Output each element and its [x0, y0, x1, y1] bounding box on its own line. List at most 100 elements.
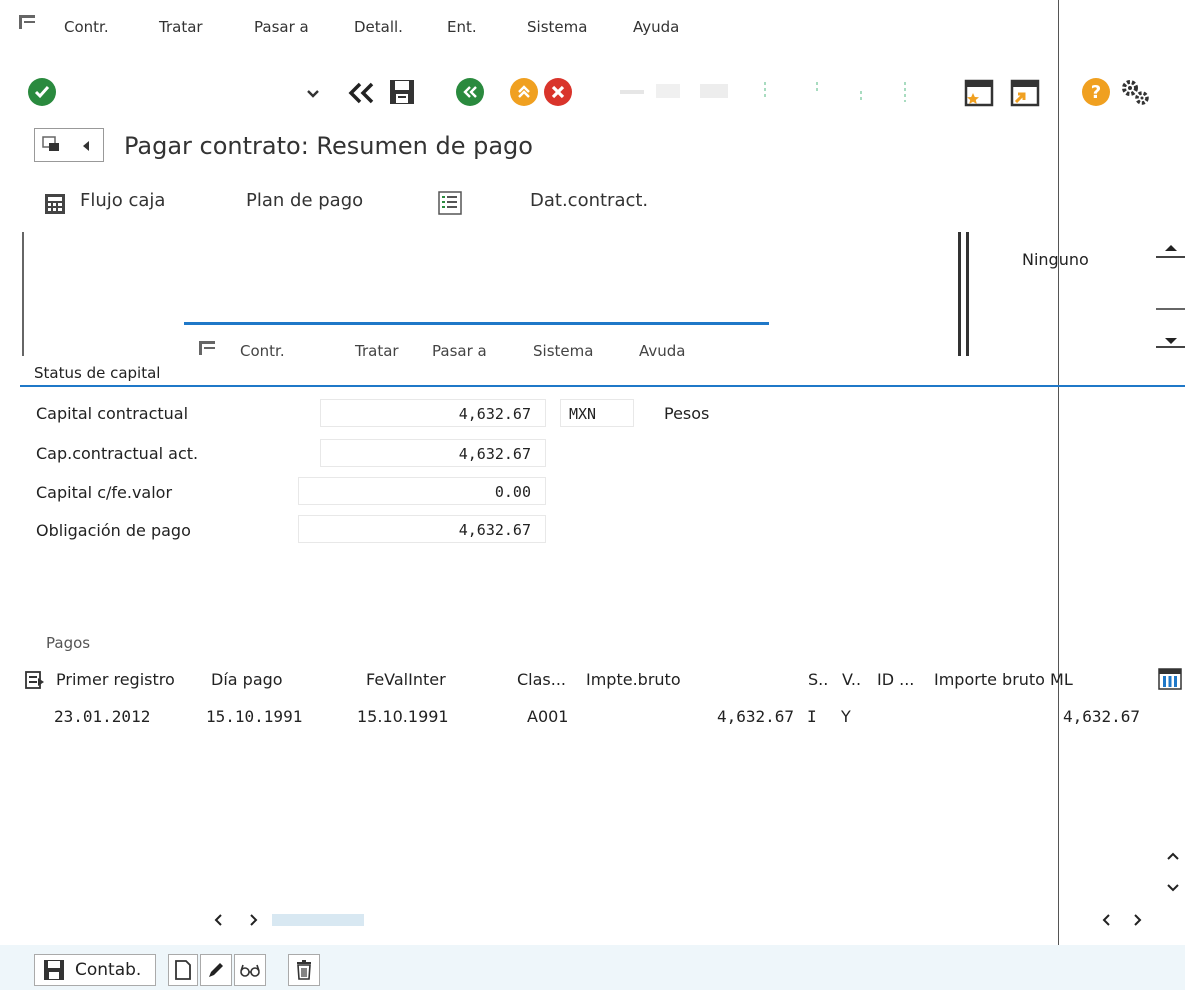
- contract-data-icon[interactable]: [437, 190, 463, 216]
- save-icon[interactable]: [388, 78, 416, 106]
- capital-contractual-label: Capital contractual: [36, 404, 189, 423]
- cell-fevalinter: 15.10.1991: [357, 707, 449, 726]
- divider-line: [1058, 0, 1059, 990]
- payments-title: Pagos: [46, 634, 91, 652]
- capital-status-title: Status de capital: [34, 364, 161, 382]
- col-impte-bruto[interactable]: Impte.bruto: [586, 670, 681, 689]
- cashflow-button[interactable]: Flujo caja: [80, 190, 165, 211]
- first-page-icon: [700, 84, 728, 98]
- col-primer-registro[interactable]: Primer registro: [56, 670, 175, 689]
- column-config-icon[interactable]: [1158, 668, 1182, 690]
- cancel-icon[interactable]: [544, 78, 572, 106]
- popup-menu-accent-line: [184, 322, 769, 325]
- selection-value: Ninguno: [1022, 250, 1089, 269]
- trash-icon: [297, 960, 311, 980]
- col-v[interactable]: V..: [842, 670, 861, 689]
- cell-s: I: [807, 707, 817, 726]
- side-panel-border: [958, 232, 961, 356]
- shortcut-icon[interactable]: [1010, 78, 1040, 108]
- help-icon[interactable]: ?: [1082, 78, 1110, 106]
- back-history-icon[interactable]: [346, 80, 378, 106]
- cap-contractual-act-label: Cap.contractual act.: [36, 444, 199, 463]
- popup-menu-icon[interactable]: [198, 340, 218, 360]
- save-icon: [44, 960, 64, 980]
- scroll-down-button[interactable]: [1156, 330, 1185, 352]
- bottom-page-icon: [900, 80, 910, 104]
- col-fevalinter[interactable]: FeValInter: [366, 670, 446, 689]
- edit-button[interactable]: [200, 954, 232, 986]
- cashflow-icon: [44, 193, 66, 215]
- right-scroll-right-icon[interactable]: [1130, 912, 1144, 928]
- menu-contr[interactable]: Contr.: [64, 18, 109, 36]
- cell-v: Y: [841, 707, 851, 726]
- horizontal-scrollbar-thumb[interactable]: [272, 914, 364, 926]
- side-panel-border-inner: [966, 232, 969, 356]
- menu-tratar[interactable]: Tratar: [159, 18, 203, 36]
- dropdown-icon[interactable]: [306, 86, 320, 100]
- col-s[interactable]: S..: [808, 670, 828, 689]
- col-id[interactable]: ID ...: [877, 670, 914, 689]
- currency-field[interactable]: MXN: [560, 399, 634, 427]
- new-session-icon[interactable]: [964, 78, 994, 108]
- cell-dia-pago: 15.10.1991: [206, 707, 303, 726]
- cell-impte-bruto: 4,632.67: [716, 707, 794, 726]
- container-left-border: [22, 232, 24, 356]
- obligacion-pago-field[interactable]: 4,632.67: [298, 515, 546, 543]
- popup-menu-contr[interactable]: Contr.: [240, 342, 285, 360]
- menu-pasar-a[interactable]: Pasar a: [254, 18, 309, 36]
- glasses-icon: [240, 964, 260, 977]
- popup-menu-pasar-a[interactable]: Pasar a: [432, 342, 487, 360]
- col-clase[interactable]: Clas...: [517, 670, 566, 689]
- post-button-label: Contab.: [75, 960, 142, 980]
- capital-fe-valor-label: Capital c/fe.valor: [36, 483, 173, 502]
- cell-primer-registro: 23.01.2012: [54, 707, 151, 726]
- delete-button[interactable]: [288, 954, 320, 986]
- command-field[interactable]: [72, 80, 292, 106]
- last-page-icon: [856, 88, 866, 102]
- scroll-up-button[interactable]: [1156, 242, 1185, 262]
- enter-icon[interactable]: [28, 78, 56, 106]
- menu-icon[interactable]: [18, 14, 38, 34]
- exit-icon[interactable]: [510, 78, 538, 106]
- popup-menu-avuda[interactable]: Avuda: [639, 342, 685, 360]
- screen-menu-button[interactable]: [34, 128, 104, 162]
- back-icon[interactable]: [456, 78, 484, 106]
- contract-data-button[interactable]: Dat.contract.: [530, 190, 648, 211]
- menu-detall[interactable]: Detall.: [354, 18, 403, 36]
- cell-importe-bruto-ml: 4,632.67: [1062, 707, 1140, 726]
- new-document-icon: [175, 960, 191, 980]
- pencil-icon: [209, 963, 223, 977]
- display-button[interactable]: [234, 954, 266, 986]
- menu-ayuda[interactable]: Ayuda: [633, 18, 679, 36]
- menu-bar: Contr. Tratar Pasar a Detall. Ent. Siste…: [0, 0, 1185, 42]
- scroll-left-icon[interactable]: [212, 912, 226, 928]
- menu-sistema[interactable]: Sistema: [527, 18, 587, 36]
- col-dia-pago[interactable]: Día pago: [211, 670, 283, 689]
- right-scroll-left-icon[interactable]: [1100, 912, 1114, 928]
- section-divider: [20, 385, 1185, 387]
- page-title: Pagar contrato: Resumen de pago: [124, 132, 533, 160]
- create-button[interactable]: [168, 954, 198, 986]
- next-page-icon: [812, 80, 822, 102]
- menu-ent[interactable]: Ent.: [447, 18, 477, 36]
- payment-plan-button[interactable]: Plan de pago: [246, 190, 363, 211]
- scroll-right-icon[interactable]: [246, 912, 260, 928]
- capital-fe-valor-field[interactable]: 0.00: [298, 477, 546, 505]
- table-settings-icon[interactable]: [24, 670, 46, 690]
- obligacion-pago-label: Obligación de pago: [36, 521, 191, 540]
- table-scroll-down-icon[interactable]: [1164, 880, 1182, 894]
- cell-clase: A001: [527, 707, 569, 726]
- post-button[interactable]: Contab.: [34, 954, 156, 986]
- settings-icon[interactable]: [1118, 76, 1152, 108]
- scroll-track[interactable]: [1156, 308, 1185, 310]
- cap-contractual-act-field[interactable]: 4,632.67: [320, 439, 546, 467]
- col-importe-bruto-ml[interactable]: Importe bruto ML: [934, 670, 1073, 689]
- currency-text: Pesos: [664, 404, 710, 423]
- previous-page-icon: [760, 80, 770, 102]
- popup-menu-sistema[interactable]: Sistema: [533, 342, 593, 360]
- table-scroll-up-icon[interactable]: [1164, 848, 1182, 862]
- popup-menu-tratar[interactable]: Tratar: [355, 342, 399, 360]
- find-next-icon: [656, 84, 680, 98]
- capital-contractual-field[interactable]: 4,632.67: [320, 399, 546, 427]
- find-icon: [620, 90, 644, 94]
